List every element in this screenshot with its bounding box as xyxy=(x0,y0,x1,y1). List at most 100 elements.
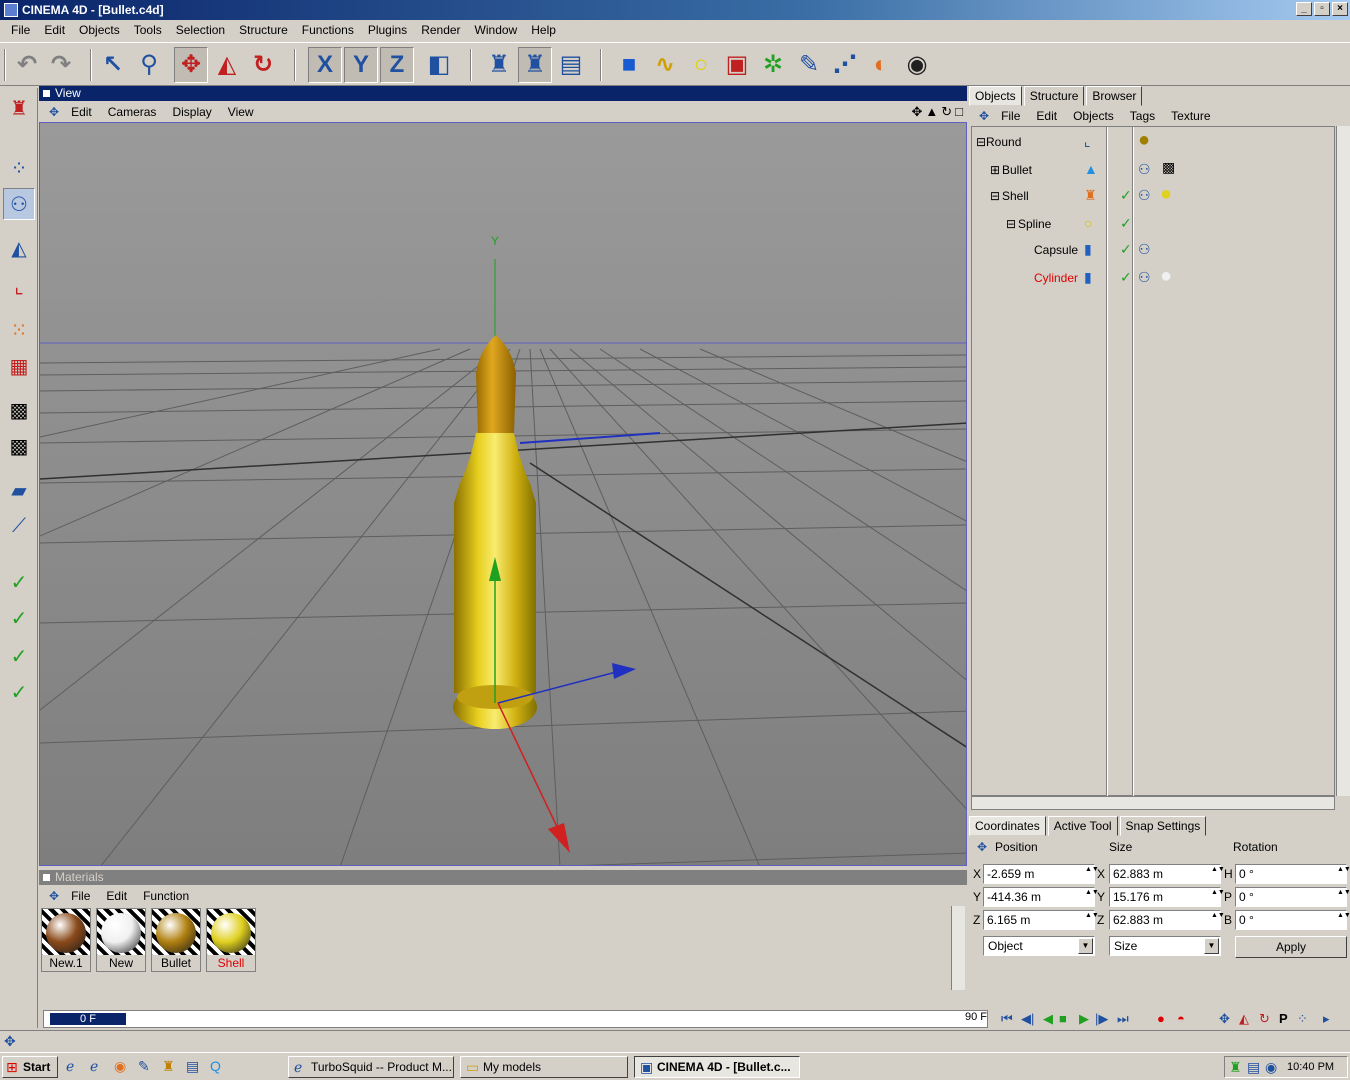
material-tag-icon[interactable]: ● xyxy=(1138,129,1150,152)
auto-key-icon[interactable]: ◓ xyxy=(1177,1011,1185,1026)
y-axis-lock-button[interactable]: Y xyxy=(344,47,378,83)
texture-axis-mode-button[interactable]: ▩ xyxy=(3,430,35,462)
texture-mode-button[interactable]: ▩ xyxy=(3,394,35,426)
spinner-icon[interactable]: ▲▼ xyxy=(1337,912,1350,928)
antivirus-icon[interactable]: ◉ xyxy=(1265,1059,1277,1076)
spinner-icon[interactable]: ▲▼ xyxy=(1085,889,1099,905)
use-model-tool-button[interactable]: ♜ xyxy=(3,92,35,124)
tree-row-bullet[interactable]: ⊞ Bullet ▲ ⚇ ▩ xyxy=(972,157,1334,183)
tree-row-cylinder[interactable]: Cylinder ▮ ✓ ⚇ ● xyxy=(972,265,1334,291)
rotation-p-field[interactable]: 0 ° ▲▼ xyxy=(1235,887,1350,907)
tab-structure[interactable]: Structure xyxy=(1023,86,1085,106)
maximize-view-icon[interactable]: □ xyxy=(955,104,963,120)
redo-button[interactable]: ↷ xyxy=(44,47,78,83)
coordinate-mode-select[interactable]: Object ▼ xyxy=(983,936,1095,956)
key-parameter-icon[interactable]: P xyxy=(1279,1011,1288,1026)
quicktime-icon[interactable]: Q xyxy=(210,1058,221,1074)
texture-tag-icon[interactable]: ⚇ xyxy=(1138,241,1151,258)
tree-row-capsule[interactable]: Capsule ▮ ✓ ⚇ xyxy=(972,237,1334,263)
materials-menu-edit[interactable]: Edit xyxy=(98,889,135,903)
spinner-icon[interactable]: ▲▼ xyxy=(1085,912,1099,928)
view-menu-display[interactable]: Display xyxy=(164,105,219,119)
texture-tag-icon[interactable]: ⚇ xyxy=(1138,161,1151,178)
ik-mode-button[interactable]: ⟋ xyxy=(3,510,35,542)
magnify-tool-button[interactable]: ⚲ xyxy=(132,47,166,83)
spinner-icon[interactable]: ▲▼ xyxy=(1337,889,1350,905)
task-cinema4d[interactable]: CINEMA 4D - [Bullet.c... xyxy=(634,1056,800,1078)
tab-active-tool[interactable]: Active Tool xyxy=(1047,816,1118,836)
rotate-tool-button[interactable]: ↻ xyxy=(246,47,280,83)
archive-icon[interactable]: ♜ xyxy=(162,1058,175,1075)
menu-functions[interactable]: Functions xyxy=(295,23,361,37)
coordinate-system-button[interactable]: ◧ xyxy=(422,47,456,83)
spinner-icon[interactable]: ▲▼ xyxy=(1337,866,1350,882)
tree-expander[interactable]: ⊟ xyxy=(1006,217,1016,231)
position-z-field[interactable]: 6.165 m ▲▼ xyxy=(983,910,1099,930)
objects-vertical-scrollbar[interactable] xyxy=(1336,126,1350,796)
key-scale-icon[interactable]: ◭ xyxy=(1239,1011,1249,1027)
add-circle-button[interactable]: ○ xyxy=(684,47,718,83)
stop-icon[interactable]: ■ xyxy=(1059,1011,1067,1026)
menu-edit[interactable]: Edit xyxy=(37,23,72,37)
key-rotation-icon[interactable]: ↻ xyxy=(1259,1011,1270,1027)
position-y-field[interactable]: -414.36 m ▲▼ xyxy=(983,887,1099,907)
texture-tag-icon[interactable]: ⚇ xyxy=(1138,187,1151,204)
menu-tools[interactable]: Tools xyxy=(127,23,169,37)
internet-explorer-icon[interactable]: ℯ xyxy=(66,1058,74,1075)
render-settings-button[interactable]: ▤ xyxy=(554,47,588,83)
menu-structure[interactable]: Structure xyxy=(232,23,295,37)
menu-render[interactable]: Render xyxy=(414,23,467,37)
use-object-tool-button[interactable]: ⚇ xyxy=(3,188,35,220)
add-environment-button[interactable]: ◐ xyxy=(864,47,898,83)
pin-icon[interactable]: ✥ xyxy=(45,105,63,119)
size-z-field[interactable]: 62.883 m ▲▼ xyxy=(1109,910,1225,930)
objects-menu-texture[interactable]: Texture xyxy=(1163,109,1218,123)
enabled-check-icon[interactable]: ✓ xyxy=(1120,187,1132,204)
document-icon[interactable]: ▤ xyxy=(186,1058,199,1075)
materials-menu-file[interactable]: File xyxy=(63,889,98,903)
use-point-mode-button[interactable]: ⁙ xyxy=(3,314,35,346)
add-cube-button[interactable]: ■ xyxy=(612,47,646,83)
zoom-icon[interactable]: ▲ xyxy=(925,104,938,120)
tree-row-spline[interactable]: ⊟ Spline ○ ✓ xyxy=(972,211,1334,237)
add-nurbs-button[interactable]: ▣ xyxy=(720,47,754,83)
objects-menu-tags[interactable]: Tags xyxy=(1122,109,1163,123)
close-button[interactable]: × xyxy=(1332,2,1348,16)
enable-expressions-button[interactable]: ✓ xyxy=(3,640,35,672)
enabled-check-icon[interactable]: ✓ xyxy=(1120,241,1132,258)
objects-menu-objects[interactable]: Objects xyxy=(1065,109,1122,123)
use-points-tool-button[interactable]: ⁘ xyxy=(3,152,35,184)
network-icon[interactable]: ♜ xyxy=(1229,1059,1242,1076)
next-key-icon[interactable]: |▶ xyxy=(1095,1011,1108,1027)
view-menu-cameras[interactable]: Cameras xyxy=(100,105,165,119)
tree-expander[interactable]: ⊟ xyxy=(976,135,986,149)
minimize-button[interactable]: _ xyxy=(1296,2,1312,16)
material-swatch-new[interactable]: New xyxy=(96,908,146,972)
firefox-icon[interactable]: ◉ xyxy=(114,1058,126,1075)
enable-deformers-button[interactable]: ✓ xyxy=(3,602,35,634)
menu-objects[interactable]: Objects xyxy=(72,23,127,37)
move-tool-button[interactable]: ✥ xyxy=(174,47,208,83)
tree-expander[interactable]: ⊟ xyxy=(990,189,1000,203)
spinner-icon[interactable]: ▲▼ xyxy=(1211,889,1225,905)
spinner-icon[interactable]: ▲▼ xyxy=(1085,866,1099,882)
add-spline-button[interactable]: ∿ xyxy=(648,47,682,83)
apply-button[interactable]: Apply xyxy=(1235,936,1347,958)
time-slider[interactable]: 0 F xyxy=(43,1010,988,1028)
view-menu-edit[interactable]: Edit xyxy=(63,105,100,119)
go-to-start-icon[interactable]: ⏮ xyxy=(1001,1011,1013,1027)
size-x-field[interactable]: 62.883 m ▲▼ xyxy=(1109,864,1225,884)
checker-tag-icon[interactable]: ▩ xyxy=(1162,159,1175,176)
tree-expander[interactable]: ⊞ xyxy=(990,163,1000,177)
record-icon[interactable]: ● xyxy=(1157,1011,1165,1026)
add-deformer-button[interactable]: ⋰ xyxy=(828,47,862,83)
use-axis-tool-button[interactable]: ◭ xyxy=(3,232,35,264)
notepad-icon[interactable]: ✎ xyxy=(138,1058,150,1075)
menu-plugins[interactable]: Plugins xyxy=(361,23,414,37)
orbit-icon[interactable]: ↻ xyxy=(941,104,952,120)
menu-selection[interactable]: Selection xyxy=(169,23,232,37)
spinner-icon[interactable]: ▲▼ xyxy=(1211,912,1225,928)
key-position-icon[interactable]: ✥ xyxy=(1219,1011,1230,1027)
task-my-models[interactable]: My models xyxy=(460,1056,628,1078)
position-x-field[interactable]: -2.659 m ▲▼ xyxy=(983,864,1099,884)
